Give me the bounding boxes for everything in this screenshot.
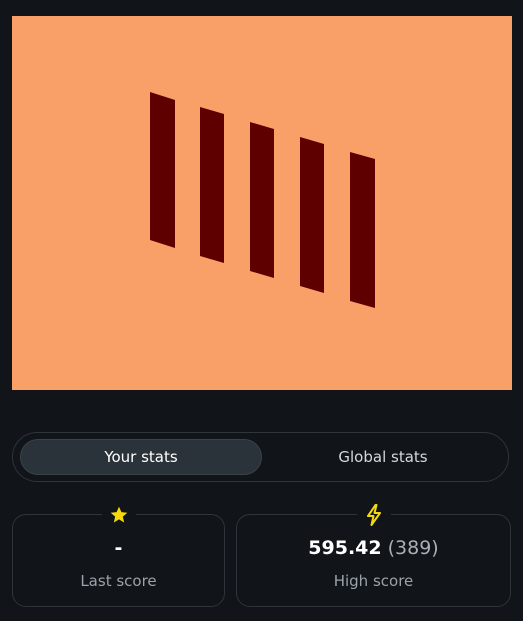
- tab-your-stats[interactable]: Your stats: [20, 439, 262, 475]
- tab-global-stats[interactable]: Global stats: [263, 439, 503, 475]
- star-icon: [101, 503, 136, 527]
- bars-scene: [150, 92, 375, 308]
- stats-tabs: Your stats Global stats: [12, 432, 509, 482]
- bar-1: [150, 92, 175, 248]
- last-score-card: - Last score: [12, 503, 225, 607]
- bar-5: [350, 152, 375, 308]
- game-canvas[interactable]: [12, 16, 512, 390]
- high-score-rank: (389): [387, 537, 439, 559]
- high-score-value: 595.42 (389): [237, 537, 510, 559]
- high-score-label: High score: [333, 572, 414, 590]
- game-page: Your stats Global stats - Last score 595…: [0, 0, 523, 621]
- high-score-card: 595.42 (389) High score: [236, 503, 511, 607]
- bar-4: [300, 137, 324, 293]
- bar-2: [200, 107, 224, 263]
- high-score-number: 595.42: [308, 537, 382, 559]
- lightning-icon: [356, 503, 391, 527]
- bar-3: [250, 122, 274, 278]
- last-score-value: -: [114, 537, 123, 559]
- last-score-label: Last score: [80, 572, 157, 590]
